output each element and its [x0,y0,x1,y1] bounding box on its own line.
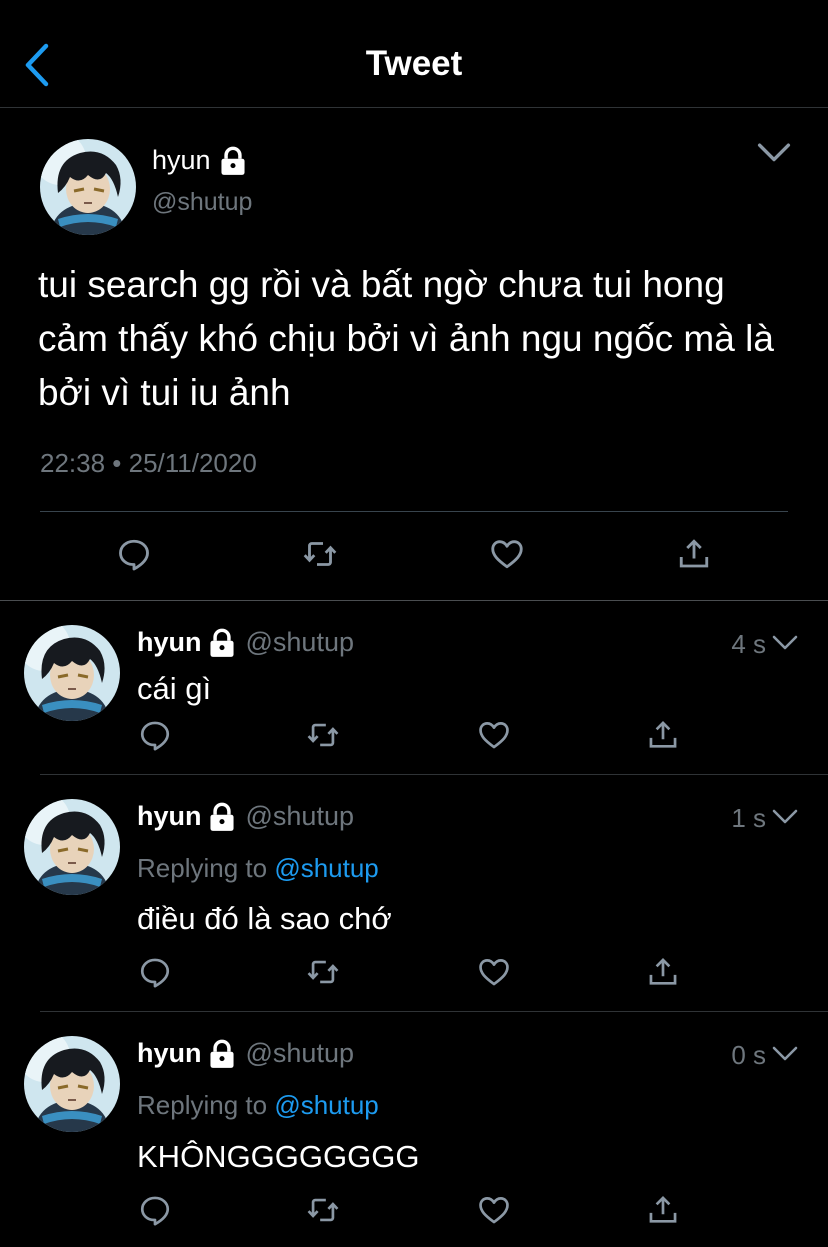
like-icon[interactable] [477,955,511,989]
avatar[interactable] [24,1036,120,1132]
retweet-icon[interactable] [306,955,340,989]
retweet-icon[interactable] [306,1193,340,1227]
tweet-actions [0,536,828,576]
replying-to: Replying to @shutup [137,1090,379,1121]
reply-time: 0 s [731,1040,766,1070]
reply-icon[interactable] [138,718,172,752]
share-icon[interactable] [646,955,680,989]
lock-icon [219,146,247,176]
like-icon[interactable] [477,1193,511,1227]
author-handle: @shutup [245,627,354,657]
chevron-down-icon[interactable] [757,142,791,164]
retweet-icon[interactable] [306,718,340,752]
divider [40,511,788,512]
share-icon[interactable] [646,718,680,752]
reply-time: 1 s [731,803,766,833]
reply-icon[interactable] [138,955,172,989]
lock-icon [208,802,236,832]
share-icon[interactable] [676,536,712,572]
replying-to-label: Replying to [137,853,275,883]
reply-text: cái gì [137,671,212,706]
author-handle: @shutup [245,801,354,831]
like-icon[interactable] [489,536,525,572]
reply-icon[interactable] [116,536,152,572]
reply-author[interactable]: hyun @shutup [137,1038,354,1069]
reply-tweet[interactable]: hyun @shutup 0 s Replying to @shutup KHÔ… [0,1012,828,1247]
chevron-down-icon[interactable] [772,634,798,652]
reply-text: KHÔNGGGGGGGG [137,1139,420,1174]
reply-text: điều đó là sao chớ [137,901,392,936]
replying-to-label: Replying to [137,1090,275,1120]
author-handle[interactable]: @shutup [152,188,252,217]
reply-tweet[interactable]: hyun @shutup 4 s cái gì [0,601,828,775]
retweet-icon[interactable] [302,536,338,572]
page-title: Tweet [365,44,463,83]
top-bar: Tweet [0,0,828,108]
author-name-text: hyun [152,145,211,175]
lock-icon [208,628,236,658]
tweet-text: tui search gg rồi và bất ngờ chưa tui ho… [38,264,774,413]
author-handle: @shutup [245,1038,354,1068]
mention-link[interactable]: @shutup [274,853,378,883]
like-icon[interactable] [477,718,511,752]
share-icon[interactable] [646,1193,680,1227]
lock-icon [208,1039,236,1069]
author-name-text: hyun [137,801,202,831]
author-name-text: hyun [137,627,202,657]
tweet-timestamp[interactable]: 22:38 • 25/11/2020 [40,448,257,479]
reply-author[interactable]: hyun @shutup [137,801,354,832]
avatar[interactable] [40,139,136,235]
reply-author[interactable]: hyun @shutup [137,627,354,658]
main-tweet: hyun @shutup tui search gg rồi và bất ng… [0,108,828,601]
author-name-text: hyun [137,1038,202,1068]
avatar[interactable] [24,625,120,721]
chevron-down-icon[interactable] [772,808,798,826]
chevron-down-icon[interactable] [772,1045,798,1063]
avatar[interactable] [24,799,120,895]
author-name[interactable]: hyun [152,145,247,176]
mention-link[interactable]: @shutup [274,1090,378,1120]
replying-to: Replying to @shutup [137,853,379,884]
reply-icon[interactable] [138,1193,172,1227]
reply-tweet[interactable]: hyun @shutup 1 s Replying to @shutup điề… [0,775,828,1012]
reply-time: 4 s [731,629,766,659]
